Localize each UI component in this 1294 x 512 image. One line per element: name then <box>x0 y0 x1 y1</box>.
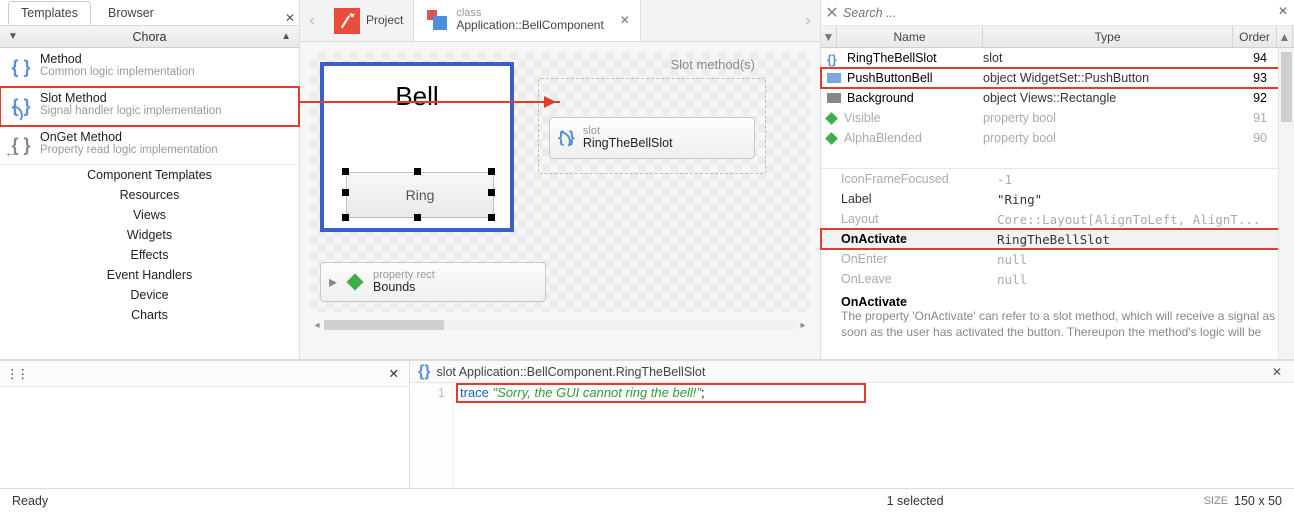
bell-component[interactable]: Bell Ring <box>320 62 514 232</box>
slot-icon: { } <box>558 129 575 147</box>
chora-header[interactable]: ▼ Chora ▲ <box>0 26 299 48</box>
col-order[interactable]: Order <box>1233 26 1277 47</box>
col-type[interactable]: Type <box>983 26 1233 47</box>
template-item-onget-method[interactable]: { }← OnGet MethodProperty read logic imp… <box>0 126 299 165</box>
prop-row[interactable]: IconFrameFocused-1 <box>821 169 1294 189</box>
bell-title: Bell <box>324 66 510 126</box>
search-clear-icon[interactable]: ✕ <box>821 3 843 23</box>
property-help: OnActivate The property 'OnActivate' can… <box>821 289 1294 340</box>
canvas-hscroll[interactable]: ◂▸ <box>310 318 810 332</box>
help-desc: The property 'OnActivate' can refer to a… <box>841 309 1282 340</box>
editor-tab-close-icon[interactable]: ✕ <box>620 13 630 27</box>
search-input[interactable] <box>843 6 1294 20</box>
bounds-chip[interactable]: ▸ property rect Bounds <box>320 262 546 302</box>
prop-row[interactable]: OnEnternull <box>821 249 1294 269</box>
editor-tab-class[interactable]: class Application::BellComponent ✕ <box>414 0 640 41</box>
templates-tabbar: Templates Browser ✕ <box>0 0 299 26</box>
design-canvas[interactable]: Bell Ring Slot method(s) { } slotRingThe… <box>310 52 810 312</box>
property-icon <box>347 274 364 291</box>
slot-chip-ringthebell[interactable]: { } slotRingTheBellSlot <box>549 117 755 159</box>
slot-icon: {} <box>418 363 430 381</box>
status-bar: Ready 1 selected SIZE 150 x 50 <box>0 488 1294 512</box>
ring-button[interactable]: Ring <box>346 172 494 218</box>
member-row[interactable]: PushButtonBell object WidgetSet::PushBut… <box>821 68 1294 88</box>
members-grid: {}RingTheBellSlot slot94 PushButtonBell … <box>821 48 1294 148</box>
code-editor-title <box>436 365 816 379</box>
panel-close-icon[interactable]: ✕ <box>385 366 403 381</box>
code-editor[interactable]: 1 trace "Sorry, the GUI cannot ring the … <box>410 383 1294 488</box>
property-icon <box>825 132 838 145</box>
col-name[interactable]: Name <box>837 26 983 47</box>
property-grid: IconFrameFocused-1 Label"Ring" LayoutCor… <box>821 168 1294 289</box>
editor-nav-back[interactable]: ‹ <box>300 0 324 41</box>
editor-nav-forward[interactable]: › <box>796 0 820 41</box>
category-widgets[interactable]: Widgets <box>0 225 299 245</box>
slot-method-icon: { } <box>10 91 32 121</box>
sort-toggle[interactable]: ▼ <box>821 26 837 47</box>
tab-templates[interactable]: Templates <box>8 1 91 25</box>
onget-method-icon: { }← <box>10 130 32 160</box>
panel-close-icon[interactable]: ✕ <box>281 11 299 25</box>
method-icon: { } <box>10 52 32 82</box>
editor-tab-project[interactable]: Project <box>324 0 414 41</box>
slot-methods-group: Slot method(s) { } slotRingTheBellSlot <box>538 78 766 174</box>
category-charts[interactable]: Charts <box>0 305 299 325</box>
inspector-close-icon[interactable]: ✕ <box>1278 4 1288 18</box>
member-row[interactable]: {}RingTheBellSlot slot94 <box>821 48 1294 68</box>
code-editor-tab[interactable]: {} ✕ <box>410 361 1294 383</box>
slot-group-title: Slot method(s) <box>670 57 755 72</box>
prop-row[interactable]: LayoutCore::Layout[AlignToLeft, AlignT..… <box>821 209 1294 229</box>
sort-toggle-2[interactable]: ▲ <box>1277 26 1293 47</box>
project-icon <box>334 8 360 34</box>
help-title: OnActivate <box>841 295 1282 309</box>
status-size-value: 150 x 50 <box>1234 494 1282 508</box>
member-row[interactable]: AlphaBlended property bool90 <box>821 128 1294 148</box>
annotation-arrow <box>298 101 560 103</box>
member-row[interactable]: Visible property bool91 <box>821 108 1294 128</box>
line-gutter: 1 <box>410 383 454 488</box>
category-event-handlers[interactable]: Event Handlers <box>0 265 299 285</box>
template-item-method[interactable]: { } MethodCommon logic implementation <box>0 48 299 87</box>
prop-row-onactivate[interactable]: OnActivateRingTheBellSlot▼ <box>821 229 1294 249</box>
status-selection: 1 selected <box>887 494 944 508</box>
property-icon <box>825 112 838 125</box>
status-size-label: SIZE <box>1204 495 1228 507</box>
category-component-templates[interactable]: Component Templates <box>0 165 299 185</box>
prop-row[interactable]: Label"Ring" <box>821 189 1294 209</box>
member-row[interactable]: Background object Views::Rectangle92 <box>821 88 1294 108</box>
category-views[interactable]: Views <box>0 205 299 225</box>
panel-close-icon[interactable]: ✕ <box>1268 365 1286 379</box>
category-device[interactable]: Device <box>0 285 299 305</box>
tab-browser[interactable]: Browser <box>95 1 167 25</box>
category-resources[interactable]: Resources <box>0 185 299 205</box>
class-icon <box>424 7 450 33</box>
members-vscroll[interactable] <box>1278 48 1294 359</box>
grip-icon: ⋮⋮ <box>6 366 27 381</box>
prop-row[interactable]: OnLeavenull <box>821 269 1294 289</box>
category-effects[interactable]: Effects <box>0 245 299 265</box>
status-ready: Ready <box>12 494 48 508</box>
template-item-slot-method[interactable]: { } Slot MethodSignal handler logic impl… <box>0 87 299 126</box>
members-grid-header: ▼ Name Type Order ▲ <box>821 26 1294 48</box>
